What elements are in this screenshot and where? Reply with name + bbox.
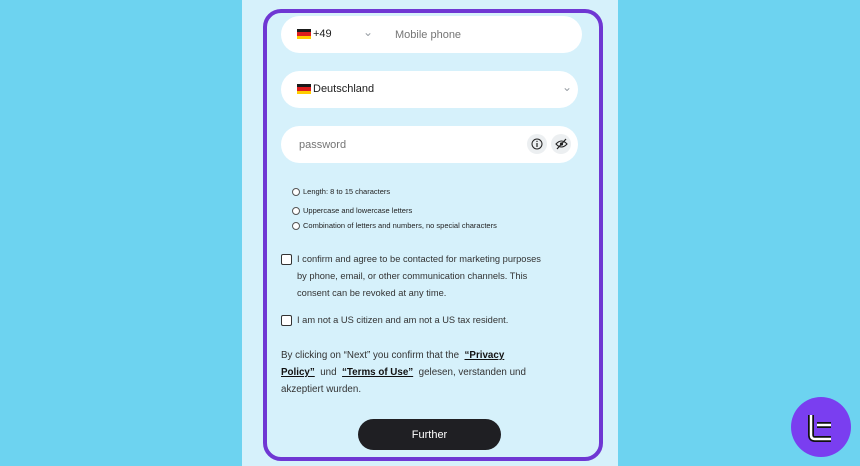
country-select[interactable]: Deutschland ⌄ [281,71,578,108]
logo-mark-icon [808,415,831,442]
info-icon[interactable] [527,134,547,154]
privacy-policy-link[interactable]: Policy” [281,367,315,378]
password-rule-case: Uppercase and lowercase letters [292,206,412,215]
chevron-down-icon[interactable]: ⌄ [363,25,373,39]
germany-flag-icon [297,84,311,94]
terms-of-use-link[interactable]: “Terms of Use” [342,367,413,378]
password-field[interactable] [281,126,578,163]
further-button[interactable]: Further [358,419,501,450]
password-rule-alphanumeric: Combination of letters and numbers, no s… [292,221,497,230]
password-rule-length: Length: 8 to 15 characters [292,187,390,196]
germany-flag-icon [297,29,311,39]
eye-slash-icon[interactable] [551,134,571,154]
phone-country-code: +49 [313,28,332,40]
rule-status-indicator [292,221,300,230]
legal-notice: By clicking on “Next” you confirm that t… [281,350,526,395]
rule-status-indicator [292,187,300,196]
marketing-consent-checkbox[interactable] [281,254,292,265]
chevron-down-icon[interactable]: ⌄ [562,80,572,94]
us-person-label: I am not a US citizen and am not a US ta… [297,315,509,325]
marketing-consent-label: I confirm and agree to be contacted for … [297,254,541,298]
phone-field[interactable]: +49 ⌄ [281,16,582,53]
mobile-phone-input[interactable] [393,25,567,45]
rule-status-indicator [292,206,300,215]
privacy-policy-link[interactable]: “Privacy [465,350,505,361]
country-value: Deutschland [313,83,375,95]
us-person-checkbox[interactable] [281,315,292,326]
password-input[interactable] [297,135,501,155]
brand-logo [791,397,851,457]
